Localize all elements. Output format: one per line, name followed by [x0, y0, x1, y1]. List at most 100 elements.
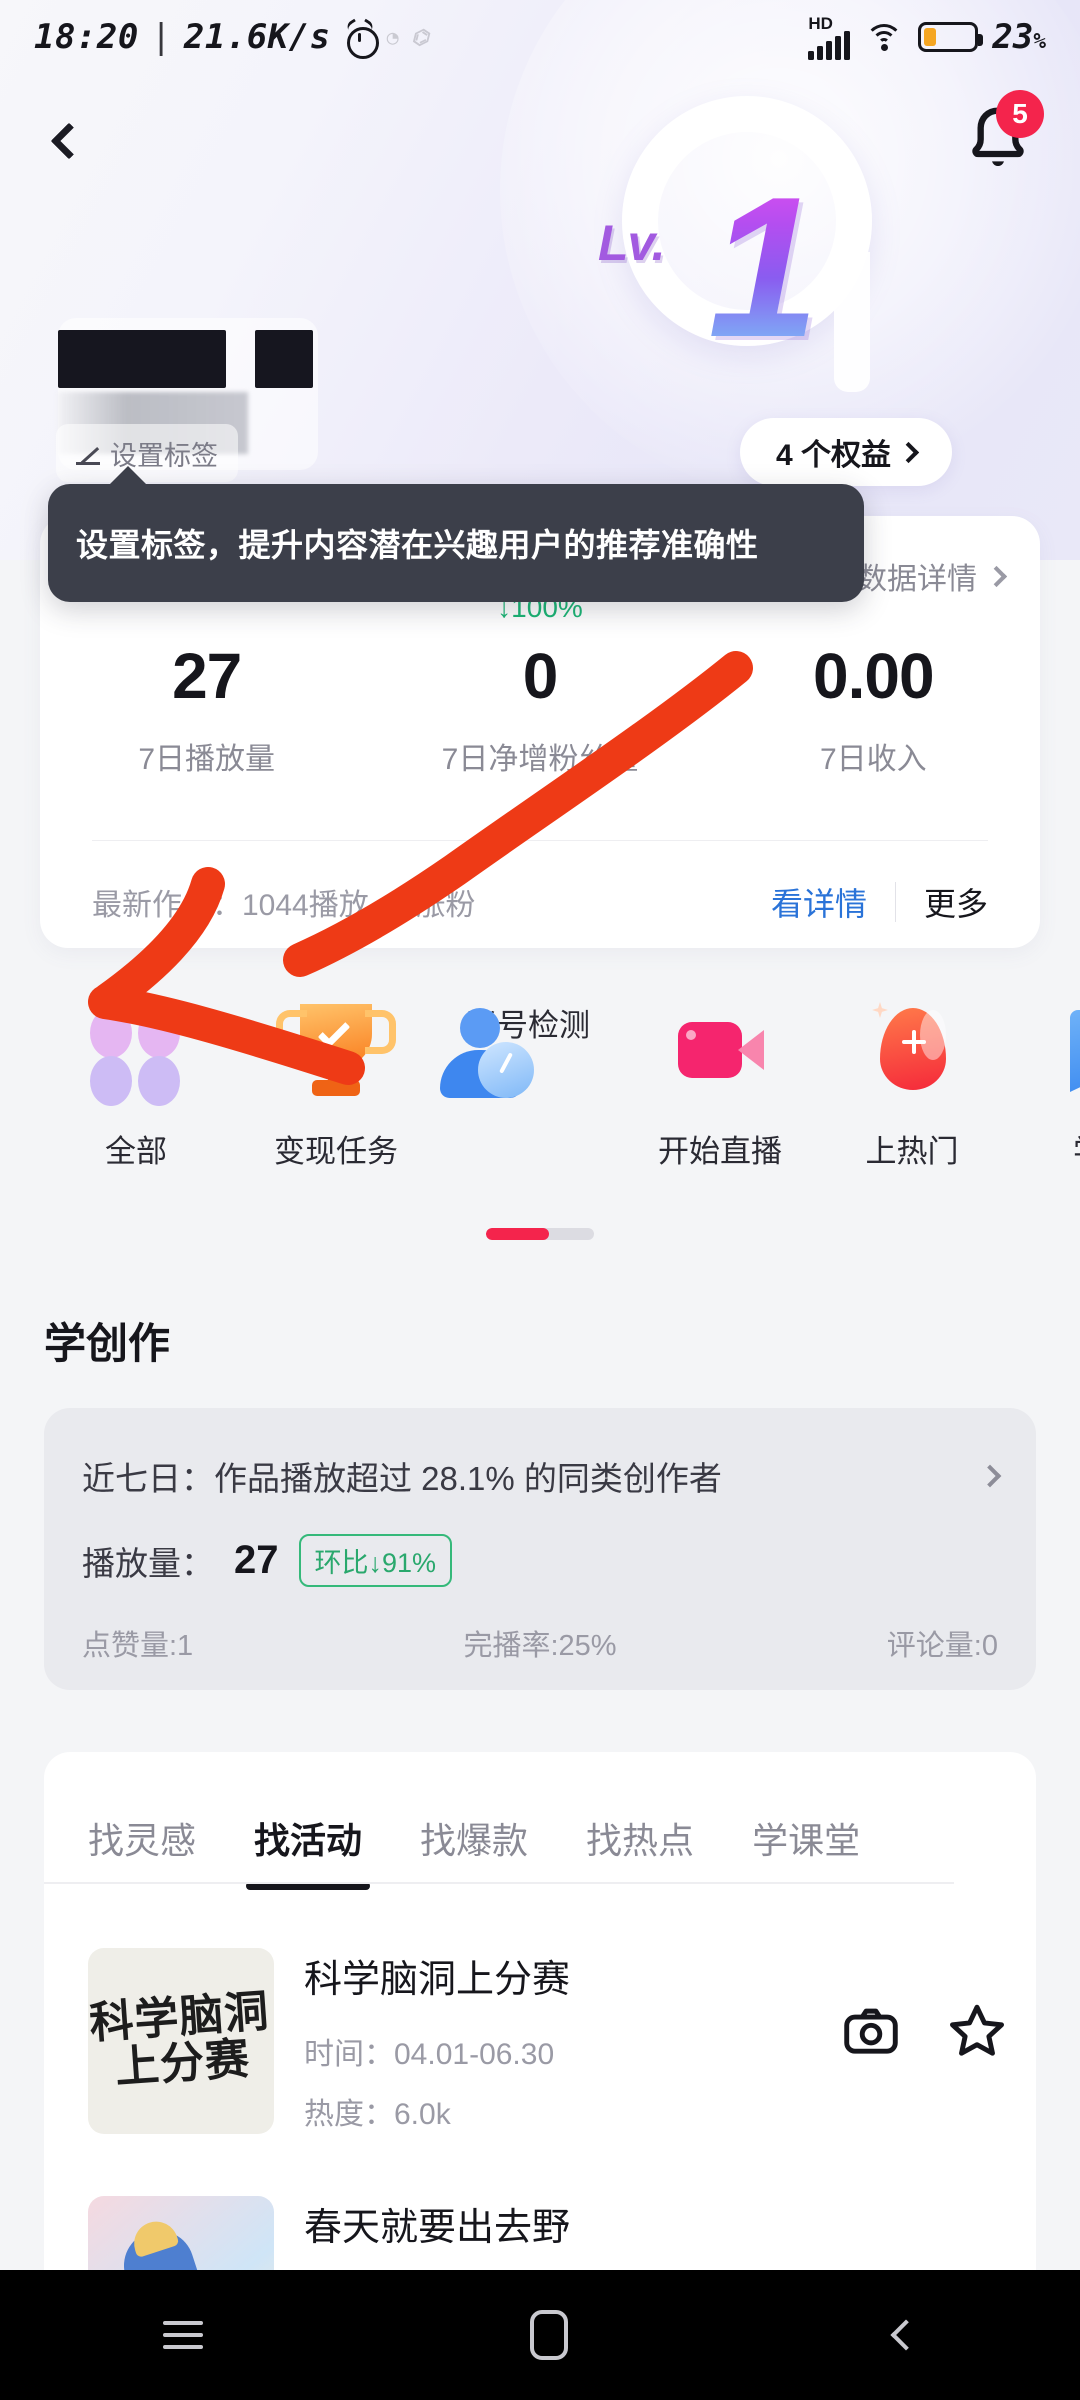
- back-icon[interactable]: [890, 2319, 922, 2351]
- tab-find-activity[interactable]: 找活动: [254, 1812, 362, 1864]
- data-detail-label: 数据详情: [857, 563, 977, 596]
- redaction-bar-1: [58, 330, 226, 388]
- benefits-label: 4 个权益: [775, 439, 891, 472]
- boost-drop-icon: [862, 1000, 962, 1100]
- more-button[interactable]: 更多: [896, 879, 988, 925]
- camera-icon[interactable]: [840, 2000, 902, 2062]
- quick-action-learn[interactable]: 学习: [1008, 1000, 1080, 1171]
- status-separator: |: [150, 17, 172, 57]
- metric-comments: 评论量:0: [886, 1630, 998, 1662]
- activity-title: 科学脑洞上分赛: [304, 1959, 571, 2001]
- section-title: 学创作: [44, 1320, 171, 1367]
- see-detail-button[interactable]: 看详情: [743, 879, 895, 925]
- activity-body: 科学脑洞上分赛 时间：04.01-06.30 热度：6.0k: [304, 1948, 840, 2133]
- level-prefix-label: Lv.: [598, 215, 665, 271]
- quick-action-all[interactable]: 全部: [40, 998, 232, 1171]
- quick-action-boost[interactable]: 上热门: [816, 1000, 1008, 1171]
- tab-find-hits[interactable]: 找爆款: [420, 1812, 528, 1864]
- stat-value: 0: [522, 640, 559, 712]
- status-bar-right: HD 23%: [808, 15, 1046, 60]
- trophy-icon: [286, 1000, 396, 1100]
- quick-action-go-live[interactable]: 开始直播: [624, 1000, 816, 1171]
- scroll-progress-bar[interactable]: [486, 1228, 594, 1240]
- tab-learn-class[interactable]: 学课堂: [752, 1812, 860, 1864]
- plays-label: 播放量：: [82, 1544, 214, 1582]
- recents-icon[interactable]: [163, 2313, 204, 2357]
- battery-icon: [918, 22, 984, 52]
- metric-likes: 点赞量:1: [82, 1630, 194, 1662]
- notification-badge: 5: [996, 90, 1044, 138]
- data-card-metrics-row: 点赞量:1 完播率:25% 评论量:0: [82, 1622, 998, 1664]
- wifi-icon: [864, 22, 904, 52]
- activity-list-item[interactable]: 科学脑洞 上分赛 科学脑洞上分赛 时间：04.01-06.30 热度：6.0k: [88, 1948, 1008, 2134]
- tooltip-pointer: [108, 466, 148, 486]
- activity-heat: 热度：6.0k: [304, 2098, 451, 2131]
- quick-action-account-check[interactable]: 账号检测: [432, 1000, 624, 1098]
- book-icon: [1054, 1000, 1080, 1100]
- four-dots-icon: [86, 998, 186, 1106]
- tabs-underline: [44, 1882, 954, 1884]
- ghost-icon-1: ◔: [386, 25, 400, 49]
- data-card-headline-row[interactable]: 近七日：作品播放超过 28.1% 的同类创作者: [82, 1452, 1002, 1500]
- plays-value: 27: [234, 1538, 279, 1582]
- ghost-icon-2: ⌬: [411, 25, 430, 49]
- quick-action-label: 全部: [105, 1134, 167, 1169]
- creator-data-card[interactable]: 近七日：作品播放超过 28.1% 的同类创作者 播放量： 27 环比↓91% 点…: [44, 1408, 1036, 1690]
- activity-time: 时间：04.01-06.30: [304, 2038, 555, 2071]
- notification-button[interactable]: 5: [958, 90, 1044, 180]
- quick-action-monetize[interactable]: 变现任务: [240, 1000, 432, 1171]
- alarm-clock-icon: [344, 18, 379, 59]
- quick-action-label: 学习: [1073, 1126, 1080, 1171]
- pencil-icon: [76, 440, 102, 466]
- quick-action-label: 上热门: [865, 1134, 959, 1169]
- activity-actions: [840, 2000, 1008, 2062]
- stat-label: 7日播放量: [138, 743, 275, 776]
- level-number: 1: [708, 156, 820, 379]
- latest-work-text: 最新作品：1044播放，5涨粉: [92, 889, 476, 922]
- status-bar-left: 18:20 | 21.6K/s ◔ ⌬: [34, 17, 430, 59]
- battery-percent: 23%: [992, 17, 1046, 57]
- data-card-plays-row: 播放量： 27 环比↓91%: [82, 1534, 453, 1587]
- latest-work-actions: 看详情 更多: [743, 879, 988, 925]
- video-camera-icon: [670, 1000, 770, 1100]
- profile-header: 18:20 | 21.6K/s ◔ ⌬ HD 23% Lv. 1 5 4 个权益…: [0, 0, 1080, 560]
- stat-net-followers[interactable]: ↓100% 0 7日净增粉丝量: [373, 592, 706, 778]
- data-card-headline: 近七日：作品播放超过 28.1% 的同类创作者: [82, 1460, 722, 1497]
- clock-time: 18:20: [34, 17, 139, 57]
- activity-body: 春天就要出去野: [304, 2196, 1008, 2251]
- benefits-pill-button[interactable]: 4 个权益: [739, 418, 952, 486]
- stats-row: 27 7日播放量 ↓100% 0 7日净增粉丝量 0.00 7日收入: [40, 592, 1040, 778]
- quick-actions-row: 全部 变现任务 账号检测 开始直播 上热门: [0, 998, 1080, 1256]
- thumbnail-text: 科学脑洞 上分赛: [88, 1948, 274, 2134]
- discovery-tabs: 找灵感 找活动 找爆款 找热点 学课堂: [44, 1786, 1036, 1890]
- stat-label: 7日收入: [819, 743, 927, 776]
- signal-bars: [808, 30, 851, 60]
- network-speed: 21.6K/s: [183, 17, 331, 57]
- level-badge-art: Lv. 1: [598, 96, 912, 392]
- activity-thumbnail: 科学脑洞 上分赛: [88, 1948, 274, 2134]
- chevron-right-icon: [985, 565, 1008, 587]
- latest-work-row: 最新作品：1044播放，5涨粉 看详情 更多: [92, 864, 988, 940]
- status-bar: 18:20 | 21.6K/s ◔ ⌬ HD 23%: [0, 0, 1080, 74]
- account-check-icon: [438, 1008, 538, 1108]
- data-detail-link[interactable]: 数据详情: [857, 554, 1008, 598]
- thumb-line-2: 上分赛: [113, 2034, 252, 2093]
- card-divider: [92, 840, 988, 841]
- android-navbar: [0, 2270, 1080, 2400]
- tab-find-trending[interactable]: 找热点: [586, 1812, 694, 1864]
- signal-bars-icon: HD: [808, 15, 851, 60]
- chevron-right-icon: [897, 441, 920, 463]
- back-button[interactable]: [38, 110, 100, 172]
- stat-income[interactable]: 0.00 7日收入: [707, 644, 1040, 778]
- quick-actions-scroller[interactable]: 全部 变现任务 账号检测 开始直播 上热门: [0, 998, 1080, 1171]
- back-chevron-icon: [50, 122, 88, 160]
- stat-plays[interactable]: 27 7日播放量: [40, 644, 373, 778]
- redaction-bar-2: [255, 330, 313, 388]
- activity-title: 春天就要出去野: [304, 2207, 571, 2249]
- tooltip-text: 设置标签，提升内容潜在兴趣用户的推荐准确性: [76, 527, 759, 563]
- home-icon[interactable]: [529, 2310, 568, 2360]
- star-outline-icon[interactable]: [946, 2000, 1008, 2062]
- quick-action-label: 变现任务: [274, 1134, 398, 1169]
- tab-find-inspiration[interactable]: 找灵感: [88, 1812, 196, 1864]
- tooltip-popover[interactable]: 设置标签，提升内容潜在兴趣用户的推荐准确性: [48, 466, 864, 602]
